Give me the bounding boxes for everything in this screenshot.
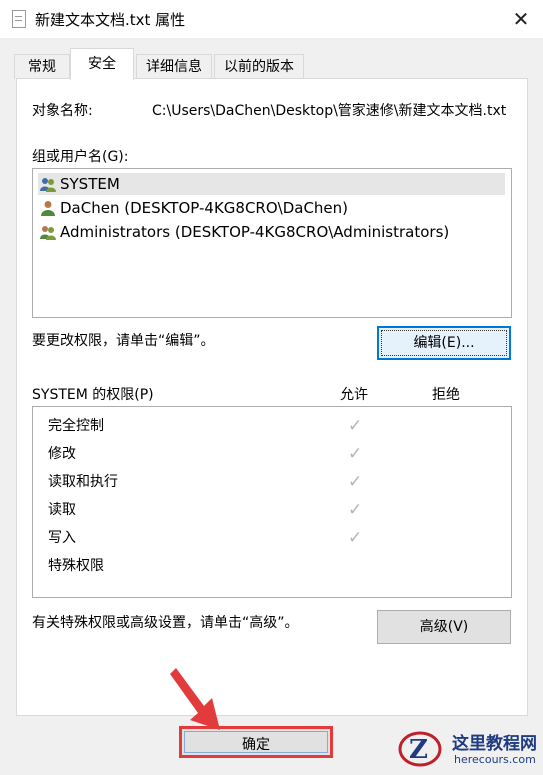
permission-row: 特殊权限 <box>48 555 518 577</box>
user-name: SYSTEM <box>60 175 120 193</box>
tab-details[interactable]: 详细信息 <box>136 54 212 79</box>
permission-row: 写入 ✓ <box>48 527 518 549</box>
permission-name: 写入 <box>48 530 76 546</box>
allow-check-icon: ✓ <box>348 416 363 436</box>
groups-label: 组或用户名(G): <box>32 149 129 165</box>
permissions-list[interactable]: 完全控制 ✓ 修改 ✓ 读取和执行 ✓ 读取 ✓ 写入 ✓ 特殊权限 <box>32 406 512 598</box>
allow-check-icon: ✓ <box>348 444 363 464</box>
permissions-label: SYSTEM 的权限(P) <box>32 387 154 403</box>
permission-row: 修改 ✓ <box>48 443 518 465</box>
title-bar: 新建文本文档.txt 属性 ✕ <box>0 0 543 38</box>
permission-name: 特殊权限 <box>48 558 104 574</box>
allow-check-icon: ✓ <box>348 472 363 492</box>
tab-general[interactable]: 常规 <box>14 54 70 79</box>
watermark-logo-icon: Z <box>398 731 442 767</box>
text-file-icon <box>12 10 26 28</box>
permission-name: 修改 <box>48 446 76 462</box>
permission-name: 读取 <box>48 502 76 518</box>
advanced-hint: 有关特殊权限或高级设置，请单击“高级”。 <box>32 615 299 631</box>
user-name: Administrators (DESKTOP-4KG8CRO\Administ… <box>60 223 450 241</box>
list-item[interactable]: SYSTEM <box>38 173 505 195</box>
object-name-label: 对象名称: <box>32 103 93 119</box>
allow-check-icon: ✓ <box>348 528 363 548</box>
tab-security[interactable]: 安全 <box>70 48 134 80</box>
window-title: 新建文本文档.txt 属性 <box>35 11 186 29</box>
user-icon <box>41 201 55 216</box>
permission-row: 读取和执行 ✓ <box>48 471 518 493</box>
allow-check-icon: ✓ <box>348 500 363 520</box>
group-users-icon <box>40 226 56 240</box>
close-button[interactable]: ✕ <box>506 4 536 34</box>
svg-text:Z: Z <box>409 735 428 765</box>
object-name-value: C:\Users\DaChen\Desktop\管家速修\新建文本文档.txt <box>152 103 507 119</box>
permission-name: 完全控制 <box>48 418 104 434</box>
annotation-arrow-icon <box>170 668 220 730</box>
watermark: Z 这里教程网 herecours.com <box>396 727 543 771</box>
watermark-url: herecours.com <box>454 753 536 766</box>
focus-rect <box>381 330 507 356</box>
permission-row: 读取 ✓ <box>48 499 518 521</box>
permission-name: 读取和执行 <box>48 474 118 490</box>
edit-hint: 要更改权限，请单击“编辑”。 <box>32 333 215 349</box>
edit-button[interactable]: 编辑(E)... <box>377 326 511 360</box>
allow-header: 允许 <box>340 387 368 403</box>
advanced-button[interactable]: 高级(V) <box>377 610 511 644</box>
deny-header: 拒绝 <box>432 387 460 403</box>
watermark-text: 这里教程网 <box>452 734 537 754</box>
tab-previous-versions[interactable]: 以前的版本 <box>214 54 304 79</box>
user-list[interactable]: SYSTEM DaChen (DESKTOP-4KG8CRO\DaChen) A… <box>32 168 512 318</box>
permission-row: 完全控制 ✓ <box>48 415 518 437</box>
group-users-icon <box>40 178 56 192</box>
user-name: DaChen (DESKTOP-4KG8CRO\DaChen) <box>60 199 349 217</box>
